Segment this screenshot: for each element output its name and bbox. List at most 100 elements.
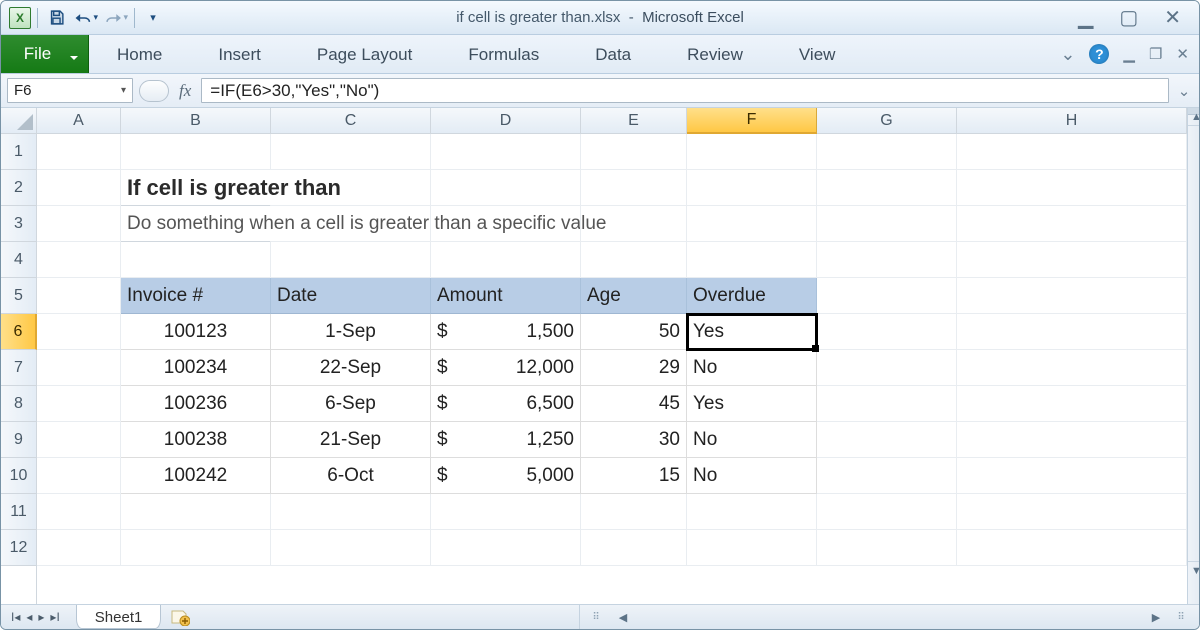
- new-sheet-button[interactable]: [167, 605, 193, 629]
- scroll-up-button[interactable]: ▲: [1188, 108, 1199, 126]
- empty-cell[interactable]: [581, 206, 687, 242]
- tab-nav-next[interactable]: ▸: [36, 610, 46, 624]
- empty-cell[interactable]: [37, 206, 121, 242]
- cell-overdue[interactable]: No: [687, 422, 817, 458]
- empty-cell[interactable]: [37, 242, 121, 278]
- row-header-6[interactable]: 6: [1, 314, 37, 350]
- cell-age[interactable]: 50: [581, 314, 687, 350]
- sheet-tab-active[interactable]: Sheet1: [76, 605, 162, 629]
- close-button[interactable]: ✕: [1164, 8, 1181, 28]
- empty-cell[interactable]: [817, 278, 957, 314]
- empty-cell[interactable]: [581, 242, 687, 278]
- formula-input[interactable]: =IF(E6>30,"Yes","No"): [201, 78, 1169, 103]
- empty-cell[interactable]: [817, 530, 957, 566]
- help-button[interactable]: ?: [1089, 44, 1109, 64]
- select-all-corner[interactable]: [1, 108, 37, 134]
- cell-invoice[interactable]: 100123: [121, 314, 271, 350]
- empty-cell[interactable]: [957, 350, 1187, 386]
- cell-amount[interactable]: $12,000: [431, 350, 581, 386]
- empty-cell[interactable]: [431, 494, 581, 530]
- maximize-button[interactable]: ▢: [1119, 8, 1138, 28]
- h-split-handle[interactable]: ⠿: [1165, 612, 1199, 623]
- empty-cell[interactable]: [817, 386, 957, 422]
- excel-app-icon[interactable]: [9, 7, 31, 29]
- empty-cell[interactable]: [957, 278, 1187, 314]
- file-tab[interactable]: File: [1, 35, 89, 73]
- row-header-4[interactable]: 4: [1, 242, 36, 278]
- cell-age[interactable]: 30: [581, 422, 687, 458]
- tab-nav-last[interactable]: ▸I: [48, 610, 61, 624]
- empty-cell[interactable]: [957, 206, 1187, 242]
- empty-cell[interactable]: [271, 134, 431, 170]
- cell-amount[interactable]: $5,000: [431, 458, 581, 494]
- empty-cell[interactable]: [121, 242, 271, 278]
- empty-cell[interactable]: [37, 170, 121, 206]
- scroll-right-button[interactable]: ▶: [1147, 611, 1165, 624]
- empty-cell[interactable]: [121, 494, 271, 530]
- empty-cell[interactable]: [957, 170, 1187, 206]
- cell-grid[interactable]: If cell is greater thanDo something when…: [37, 134, 1187, 604]
- tab-formulas[interactable]: Formulas: [440, 35, 567, 74]
- cell-invoice[interactable]: 100234: [121, 350, 271, 386]
- empty-cell[interactable]: [121, 530, 271, 566]
- row-header-5[interactable]: 5: [1, 278, 36, 314]
- undo-button[interactable]: ▾: [74, 7, 98, 29]
- row-header-9[interactable]: 9: [1, 422, 36, 458]
- empty-cell[interactable]: [687, 170, 817, 206]
- empty-cell[interactable]: [817, 170, 957, 206]
- cell-amount[interactable]: $6,500: [431, 386, 581, 422]
- empty-cell[interactable]: [957, 386, 1187, 422]
- col-header-E[interactable]: E: [581, 108, 687, 133]
- col-header-A[interactable]: A: [37, 108, 121, 133]
- row-header-8[interactable]: 8: [1, 386, 36, 422]
- empty-cell[interactable]: [817, 206, 957, 242]
- empty-cell[interactable]: [687, 530, 817, 566]
- empty-cell[interactable]: [271, 170, 431, 206]
- empty-cell[interactable]: [687, 134, 817, 170]
- table-header[interactable]: Overdue: [687, 278, 817, 314]
- cell-age[interactable]: 45: [581, 386, 687, 422]
- row-header-12[interactable]: 12: [1, 530, 36, 566]
- tab-review[interactable]: Review: [659, 35, 771, 74]
- row-header-11[interactable]: 11: [1, 494, 36, 530]
- empty-cell[interactable]: [817, 134, 957, 170]
- title-cell[interactable]: If cell is greater than: [121, 170, 271, 206]
- col-header-B[interactable]: B: [121, 108, 271, 133]
- table-header[interactable]: Age: [581, 278, 687, 314]
- row-header-3[interactable]: 3: [1, 206, 36, 242]
- empty-cell[interactable]: [431, 134, 581, 170]
- horizontal-scrollbar[interactable]: ⠿ ◀ ▶ ⠿: [579, 605, 1199, 629]
- col-header-F[interactable]: F: [687, 108, 817, 134]
- empty-cell[interactable]: [431, 206, 581, 242]
- empty-cell[interactable]: [121, 134, 271, 170]
- cell-date[interactable]: 1-Sep: [271, 314, 431, 350]
- subtitle-cell[interactable]: Do something when a cell is greater than…: [121, 206, 271, 242]
- cell-invoice[interactable]: 100238: [121, 422, 271, 458]
- empty-cell[interactable]: [271, 206, 431, 242]
- table-header[interactable]: Invoice #: [121, 278, 271, 314]
- empty-cell[interactable]: [817, 422, 957, 458]
- empty-cell[interactable]: [957, 494, 1187, 530]
- workbook-restore-button[interactable]: ❐: [1149, 45, 1162, 63]
- formula-bar-expand-icon[interactable]: ⌄: [1175, 82, 1193, 100]
- cell-overdue[interactable]: No: [687, 458, 817, 494]
- empty-cell[interactable]: [687, 206, 817, 242]
- vertical-scrollbar[interactable]: ▲ ▼: [1187, 108, 1199, 604]
- insert-function-button[interactable]: fx: [175, 81, 195, 101]
- minimize-button[interactable]: ▁: [1078, 8, 1093, 28]
- tab-home[interactable]: Home: [89, 35, 190, 74]
- empty-cell[interactable]: [817, 242, 957, 278]
- cell-age[interactable]: 15: [581, 458, 687, 494]
- save-button[interactable]: [44, 7, 68, 29]
- empty-cell[interactable]: [37, 422, 121, 458]
- empty-cell[interactable]: [37, 458, 121, 494]
- empty-cell[interactable]: [687, 242, 817, 278]
- row-header-2[interactable]: 2: [1, 170, 36, 206]
- empty-cell[interactable]: [581, 494, 687, 530]
- col-header-H[interactable]: H: [957, 108, 1187, 133]
- col-header-C[interactable]: C: [271, 108, 431, 133]
- tab-split-handle[interactable]: ⠿: [580, 612, 614, 623]
- empty-cell[interactable]: [37, 134, 121, 170]
- cancel-enter-controls[interactable]: [139, 80, 169, 102]
- empty-cell[interactable]: [957, 458, 1187, 494]
